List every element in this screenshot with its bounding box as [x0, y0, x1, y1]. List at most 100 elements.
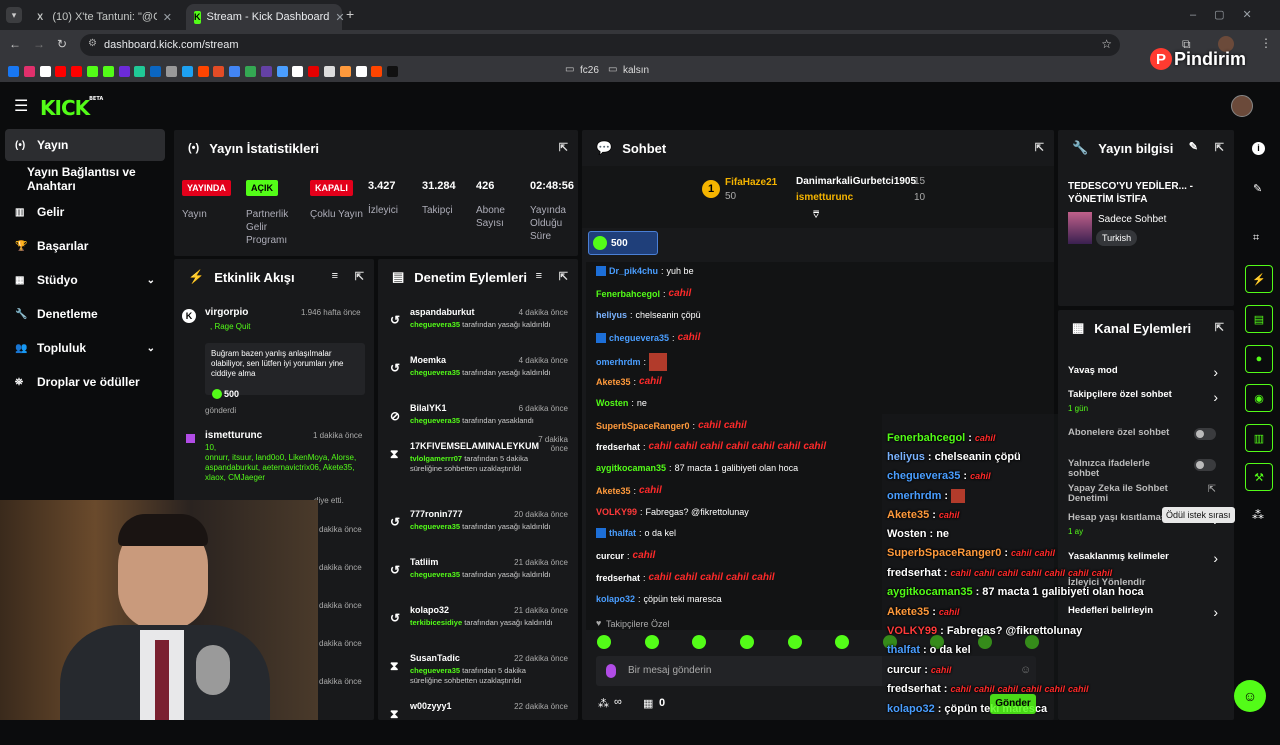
moderation-row[interactable]: ↺ aspandaburkut 4 dakika önce cheguevera35 … [378, 307, 578, 351]
quick-emote[interactable] [788, 635, 802, 649]
close-icon[interactable]: ✕ [335, 11, 344, 24]
bookmark-icon[interactable] [102, 66, 114, 77]
toggle-switch[interactable] [1194, 428, 1216, 440]
emote-input-icon[interactable] [606, 664, 616, 678]
send-button[interactable]: Gönder [990, 694, 1036, 714]
chat-username[interactable]: Akete35 [596, 486, 631, 496]
tag-chip[interactable]: Turkish [1096, 230, 1138, 246]
toggle-switch[interactable] [1194, 459, 1216, 471]
chat-username[interactable]: fredserhat [596, 442, 640, 452]
chat-message[interactable]: Akete35: cahil [596, 485, 662, 496]
forward-icon[interactable]: → [33, 37, 45, 51]
bookmark-icon[interactable] [371, 66, 383, 77]
chat-message[interactable]: aygitkocaman35:87 macta 1 galibiyeti ola… [596, 463, 798, 473]
bookmark-icon[interactable] [87, 66, 98, 77]
quick-action-wrench[interactable]: ⚒ [1245, 463, 1273, 491]
bookmark-folder-fc26[interactable]: fc26 [580, 65, 599, 76]
moderation-row[interactable]: ⧗ 17KFIVEMSELAMINALEYKUM 7 dakika önce tvlo… [378, 435, 578, 485]
user-avatar[interactable] [1231, 95, 1253, 117]
bookmark-icon[interactable] [166, 66, 177, 77]
support-chat-button[interactable]: ☺ [1234, 680, 1266, 712]
people-icon[interactable]: ⁂ [598, 697, 609, 710]
bookmark-icon[interactable] [339, 66, 351, 77]
window-controls[interactable]: –▢✕ [1190, 8, 1270, 21]
sidebar-item-droplar-ve-d-ller[interactable]: ⛯ Droplar ve ödüller [5, 366, 165, 398]
chat-message[interactable]: thalfat: o da kel [596, 528, 676, 538]
chat-message[interactable]: Fenerbahcegol: cahil [596, 288, 691, 299]
moderation-row[interactable]: ↺ Tatliim 21 dakika önce cheguevera35 taraf… [378, 557, 578, 601]
sidebar-item-st-dyo[interactable]: ▦ Stüdyo ⌄ [5, 264, 165, 296]
bookmark-icon[interactable] [387, 66, 399, 77]
tab-kick[interactable]: K Stream - Kick Dashboard ✕ [186, 4, 345, 30]
channel-action-4[interactable]: Yapay Zeka ile Sohbet Denetimi ⇱ [1068, 484, 1226, 506]
bookmark-icon[interactable] [213, 66, 225, 77]
chat-message[interactable]: SuperbSpaceRanger0: cahil cahil [596, 420, 747, 431]
hamburger-menu-icon[interactable]: ☰ [14, 96, 28, 116]
bookmark-icon[interactable] [355, 66, 367, 77]
channel-action-0[interactable]: Yavaş mod › [1068, 364, 1226, 388]
chat-username[interactable]: aygitkocaman35 [596, 463, 666, 473]
chevron-right-icon[interactable]: › [1213, 389, 1218, 405]
chevron-down-icon[interactable]: ⌄ [147, 343, 155, 354]
tab-search-button[interactable]: ▾ [6, 7, 22, 23]
chat-username[interactable]: Wosten [596, 398, 628, 408]
quick-emote[interactable] [692, 635, 706, 649]
chat-username[interactable]: fredserhat [596, 573, 640, 583]
site-info-icon[interactable]: ⚙ [88, 38, 97, 49]
edit-icon[interactable]: ✎ [1189, 140, 1198, 153]
sidebar-item-denetleme[interactable]: 🔧 Denetleme [5, 298, 165, 330]
chevron-right-icon[interactable]: › [1213, 550, 1218, 566]
popout-icon[interactable]: ⇱ [1208, 484, 1216, 495]
chat-username[interactable]: kolapo32 [596, 594, 635, 604]
moderation-row[interactable]: ↺ Moemka 4 dakika önce cheguevera35 tarafın… [378, 355, 578, 399]
chat-message[interactable]: kolapo32: çöpün teki maresca [596, 594, 722, 604]
sidebar-item-yay-n-ba-lant-s-ve-anahtar-[interactable]: Yayın Bağlantısı ve Anahtarı [5, 163, 175, 195]
info-icon[interactable]: i [1252, 142, 1265, 155]
moderation-row[interactable]: ⧗ SusanTadic 22 dakika önce cheguevera35 ta… [378, 653, 578, 697]
folder-icon[interactable]: ▭ [565, 64, 574, 75]
sidebar-item-ba-ar-lar[interactable]: 🏆 Başarılar [5, 230, 165, 262]
chat-message[interactable]: omerhrdm: [596, 353, 668, 371]
bookmark-icon[interactable] [8, 66, 19, 77]
bookmark-icon[interactable] [134, 66, 146, 77]
quick-action-lightning[interactable]: ⚡ [1245, 265, 1273, 293]
chevron-right-icon[interactable]: › [1213, 364, 1218, 380]
bookmark-icon[interactable] [197, 66, 209, 77]
menu-icon[interactable]: ⋮ [1260, 36, 1272, 50]
bookmark-icon[interactable] [245, 66, 256, 77]
bookmark-icon[interactable] [71, 66, 83, 77]
close-icon[interactable]: ✕ [163, 11, 172, 24]
chat-message[interactable]: VOLKY99: Fabregas? @fikrettolunay [596, 507, 749, 517]
bookmark-icon[interactable] [23, 66, 35, 77]
chat-message[interactable]: Akete35: cahil [596, 376, 662, 387]
chat-username[interactable]: thalfat [609, 528, 636, 538]
kick-logo[interactable]: KICKBETA [40, 96, 103, 120]
address-bar[interactable]: ⚙ dashboard.kick.com/stream ☆ [80, 34, 1120, 56]
bookmark-folder-kalsin[interactable]: kalsın [623, 65, 649, 76]
chat-message[interactable]: fredserhat: cahil cahil cahil cahil cahil cahi… [596, 441, 826, 452]
moderation-row[interactable]: ↺ 777ronin777 20 dakika önce cheguevera35 t… [378, 509, 578, 553]
sidebar-item-gelir[interactable]: ▥ Gelir [5, 196, 165, 228]
moderation-row[interactable]: ⧗ w00zyyy1 22 dakika önce [378, 701, 578, 745]
chat-message[interactable]: Wosten: ne [596, 398, 647, 408]
bookmark-icon[interactable] [39, 66, 51, 77]
chat-username[interactable]: Dr_pik4chu [609, 266, 658, 276]
bookmark-icon[interactable] [260, 66, 272, 77]
chevron-down-icon[interactable]: ⌄ [147, 275, 155, 286]
quick-action-layout[interactable]: ▥ [1245, 424, 1273, 452]
chat-message[interactable]: fredserhat: cahil cahil cahil cahil cahil [596, 572, 775, 583]
quick-action-chat[interactable]: ● [1245, 345, 1273, 373]
channel-action-2[interactable]: Abonelere özel sohbet [1068, 428, 1226, 450]
filter-icon[interactable]: ≡ [536, 270, 542, 282]
chat-username[interactable]: SuperbSpaceRanger0 [596, 421, 690, 431]
bookmark-icon[interactable] [55, 66, 67, 77]
chat-username[interactable]: Akete35 [596, 377, 631, 387]
chat-username[interactable]: omerhrdm [596, 357, 641, 367]
bookmark-icon[interactable] [229, 66, 241, 77]
bookmark-star-icon[interactable]: ☆ [1101, 37, 1112, 51]
quick-action-broadcast[interactable]: ◉ [1245, 384, 1273, 412]
bookmark-icon[interactable] [308, 66, 320, 77]
quick-action-document[interactable]: ▤ [1245, 305, 1273, 333]
category-name[interactable]: Sadece Sohbet [1098, 214, 1166, 225]
chat-username[interactable]: curcur [596, 551, 624, 561]
